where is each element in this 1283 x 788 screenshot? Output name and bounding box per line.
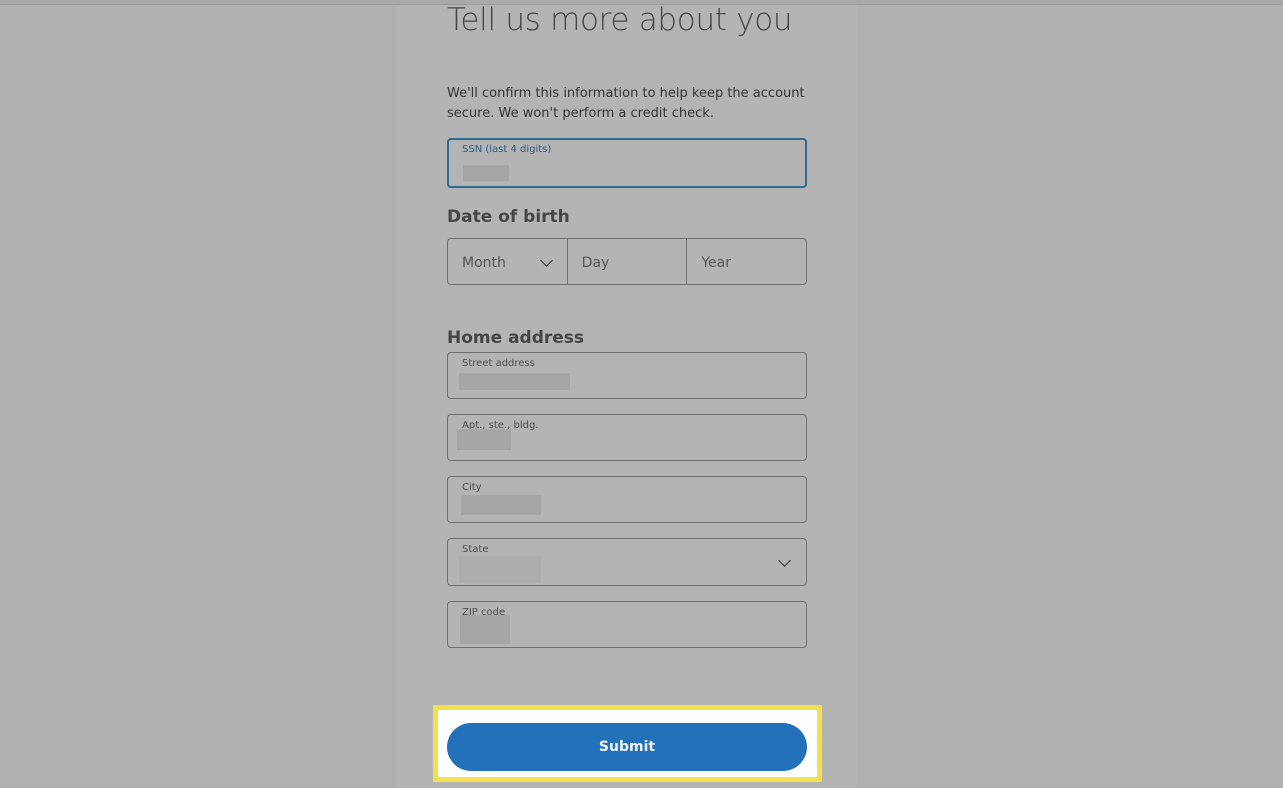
street-address-label: Street address — [462, 358, 535, 369]
day-input[interactable]: Day — [568, 239, 688, 284]
dob-group: Month Day Year — [447, 238, 807, 285]
state-select[interactable]: State — [447, 538, 807, 586]
month-placeholder: Month — [462, 255, 506, 271]
ssn-value-redacted — [463, 165, 509, 181]
apt-field[interactable]: Apt., ste., bldg. — [447, 414, 807, 461]
ssn-label: SSN (last 4 digits) — [462, 144, 552, 155]
zip-value-redacted — [460, 615, 510, 644]
city-label: City — [462, 482, 482, 493]
state-value-redacted — [459, 556, 541, 583]
month-select[interactable]: Month — [448, 239, 568, 284]
city-field[interactable]: City — [447, 476, 807, 523]
state-label: State — [462, 544, 489, 555]
street-address-field[interactable]: Street address — [447, 352, 807, 399]
street-value-redacted — [459, 373, 570, 390]
address-heading: Home address — [447, 328, 585, 348]
page-title: Tell us more about you — [447, 2, 793, 38]
year-input[interactable]: Year — [687, 239, 806, 284]
dob-heading: Date of birth — [447, 207, 570, 227]
zip-field[interactable]: ZIP code — [447, 601, 807, 648]
day-placeholder: Day — [581, 255, 610, 271]
year-placeholder: Year — [701, 255, 731, 271]
chevron-down-icon — [778, 554, 791, 567]
ssn-field[interactable]: SSN (last 4 digits) — [447, 138, 807, 188]
intro-text: We'll confirm this information to help k… — [447, 86, 805, 121]
city-value-redacted — [461, 495, 541, 515]
apt-value-redacted — [457, 429, 511, 450]
submit-button[interactable]: Submit — [447, 723, 807, 771]
chevron-down-icon — [540, 254, 553, 267]
